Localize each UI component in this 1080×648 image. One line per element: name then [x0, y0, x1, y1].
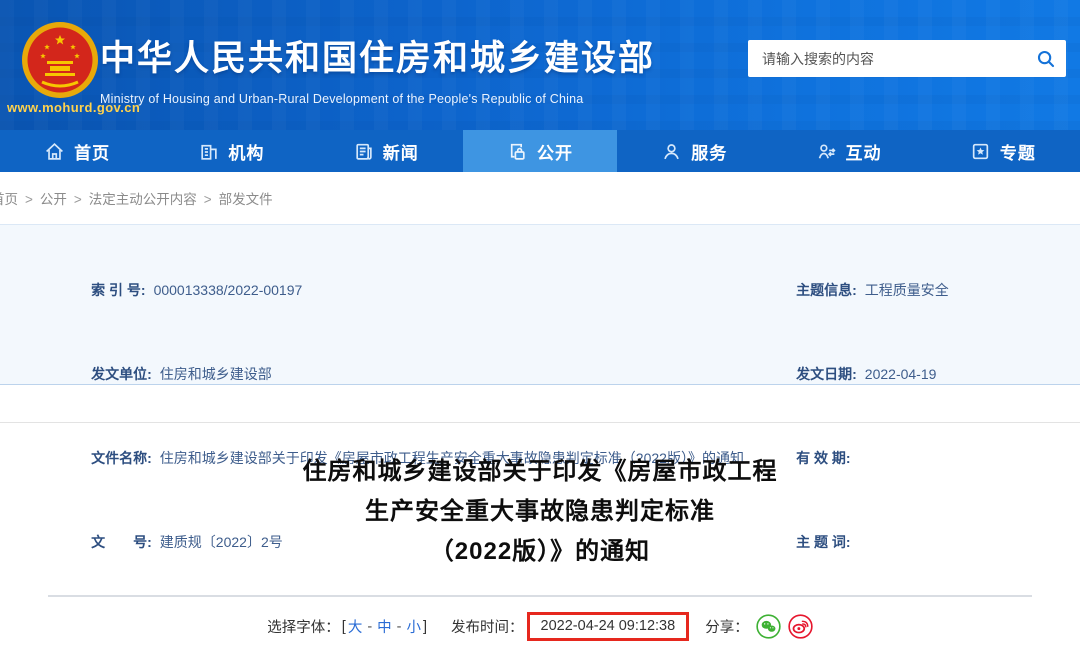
share-controls: 分享： [705, 614, 813, 639]
site-url: www.mohurd.gov.cn [7, 100, 141, 115]
breadcrumb-bar: 首页 > 公开 > 法定主动公开内容 > 部发文件 [0, 172, 1080, 224]
info-label: 发文单位: [91, 366, 152, 382]
search-input[interactable] [748, 40, 1026, 77]
info-value: 建质规〔2022〕2号 [159, 534, 283, 550]
nav-item-label: 首页 [74, 143, 111, 163]
site-title: 中华人民共和国住房和城乡建设部 [100, 39, 656, 78]
bracket-open: [ [341, 618, 346, 635]
nav-item-label: 新闻 [382, 143, 419, 163]
info-value: 住房和城乡建设部 [159, 366, 272, 382]
publish-time: 发布时间： 2022-04-24 09:12:38 [451, 612, 690, 641]
font-size-small-link[interactable]: 小 [407, 616, 422, 637]
nav-item-label: 公开 [536, 143, 573, 163]
title-divider [48, 595, 1032, 597]
news-icon [356, 143, 372, 160]
info-value: 工程质量安全 [864, 282, 949, 298]
font-size-separator: - [396, 618, 402, 635]
site-subtitle: Ministry of Housing and Urban-Rural Deve… [100, 92, 584, 106]
nav-item-news[interactable]: 新闻 [309, 130, 463, 172]
main-nav: 首页 机构 新闻 公开 服务 互动 专题 [0, 130, 1080, 172]
info-label: 发文日期: [796, 366, 857, 382]
publish-time-highlight-box: 2022-04-24 09:12:38 [526, 612, 690, 641]
nav-item-organization[interactable]: 机构 [154, 130, 308, 172]
search-box [748, 40, 1066, 77]
publish-time-label: 发布时间： [451, 620, 524, 636]
breadcrumb: 首页 > 公开 > 法定主动公开内容 > 部发文件 [0, 188, 273, 208]
font-size-large-link[interactable]: 大 [348, 616, 363, 637]
breadcrumb-separator: > [25, 192, 33, 207]
share-label: 分享： [705, 620, 749, 636]
service-icon [664, 143, 680, 159]
info-row-subject-terms: 主 题 词: [765, 500, 1080, 584]
info-row-index-number: 索 引 号: 000013338/2022-00197 [60, 248, 765, 332]
info-row-validity-period: 有 效 期: [765, 416, 1080, 500]
breadcrumb-link-ministry-documents[interactable]: 部发文件 [219, 192, 273, 207]
page: 中华人民共和国住房和城乡建设部 Ministry of Housing and … [0, 0, 1080, 648]
info-label: 主 题 词: [796, 534, 851, 550]
nav-item-label: 机构 [228, 143, 265, 163]
site-header: 中华人民共和国住房和城乡建设部 Ministry of Housing and … [0, 0, 1080, 130]
info-column-right: 主题信息: 工程质量安全 发文日期: 2022-04-19 有 效 期: 主 题 词… [765, 248, 1080, 550]
info-label: 文 号: [91, 534, 152, 550]
nav-item-label: 服务 [691, 143, 728, 163]
info-row-topic-info: 主题信息: 工程质量安全 [765, 248, 1080, 332]
disclosure-icon [510, 143, 525, 160]
breadcrumb-link-home[interactable]: 首页 [0, 192, 18, 207]
nav-item-disclosure[interactable]: 公开 [462, 130, 618, 172]
font-selector-label: 选择字体： [267, 620, 340, 636]
info-value: 2022-04-19 [864, 366, 937, 382]
national-emblem [22, 22, 98, 98]
nav-item-interaction[interactable]: 互动 [771, 130, 925, 172]
nav-item-service[interactable]: 服务 [617, 130, 771, 172]
interaction-icon [818, 143, 836, 158]
font-size-selector: 选择字体： [ 大 - 中 - 小 ] [267, 616, 429, 637]
search-icon[interactable] [1026, 40, 1066, 77]
info-row-issuing-unit: 发文单位: 住房和城乡建设部 [60, 332, 765, 416]
info-label: 有 效 期: [796, 450, 851, 466]
topics-icon [972, 143, 988, 159]
weibo-icon[interactable] [788, 614, 813, 639]
document-info-panel: 索 引 号: 000013338/2022-00197 发文单位: 住房和城乡建设部… [0, 224, 1080, 550]
font-size-medium-link[interactable]: 中 [377, 616, 392, 637]
wechat-icon[interactable] [756, 614, 781, 639]
font-size-separator: - [367, 618, 373, 635]
info-label: 主题信息: [796, 282, 857, 298]
home-icon [46, 142, 64, 160]
breadcrumb-link-statutory-content[interactable]: 法定主动公开内容 [89, 192, 197, 207]
info-label: 文件名称: [91, 450, 152, 466]
organization-icon [201, 144, 218, 160]
info-column-left: 索 引 号: 000013338/2022-00197 发文单位: 住房和城乡建设部… [60, 248, 765, 550]
article-meta-row: 选择字体： [ 大 - 中 - 小 ] 发布时间： 2022-04-24 09:… [0, 612, 1080, 641]
publish-time-value: 2022-04-24 09:12:38 [540, 618, 676, 634]
breadcrumb-link-disclosure[interactable]: 公开 [40, 192, 67, 207]
nav-item-label: 专题 [999, 143, 1036, 163]
nav-item-label: 互动 [845, 143, 882, 163]
nav-item-home[interactable]: 首页 [0, 130, 154, 172]
breadcrumb-separator: > [73, 192, 82, 207]
breadcrumb-separator: > [203, 192, 212, 207]
bracket-close: ] [423, 618, 428, 635]
nav-item-topics[interactable]: 专题 [926, 130, 1080, 172]
info-row-issue-date: 发文日期: 2022-04-19 [765, 332, 1080, 416]
info-label: 索 引 号: [91, 282, 146, 298]
info-value: 000013338/2022-00197 [153, 282, 303, 298]
site-title-block: 中华人民共和国住房和城乡建设部 Ministry of Housing and … [100, 30, 655, 106]
